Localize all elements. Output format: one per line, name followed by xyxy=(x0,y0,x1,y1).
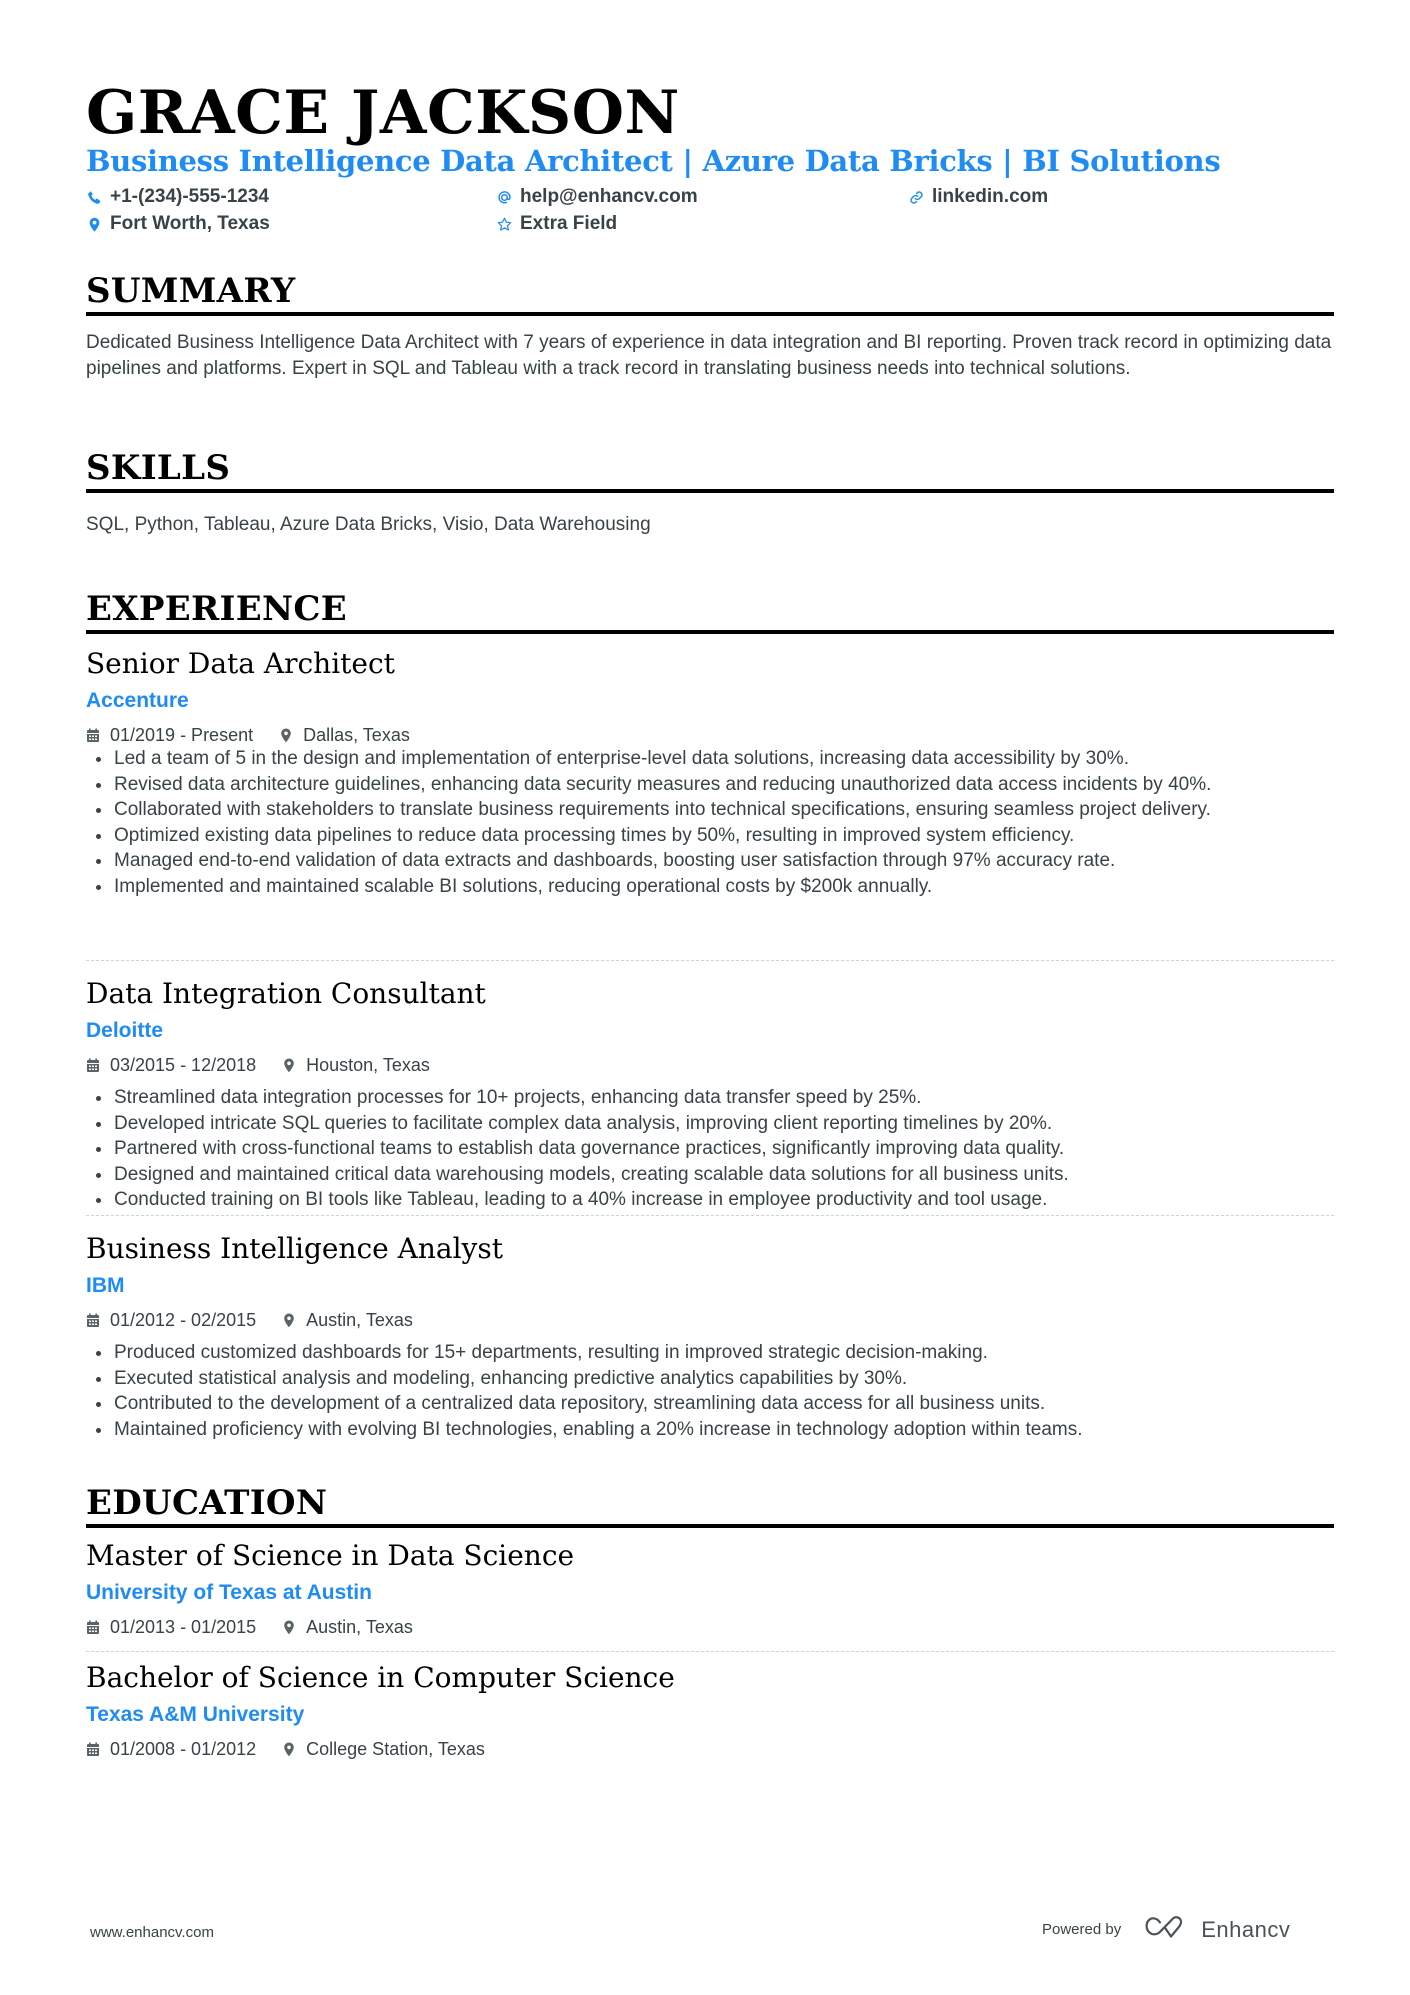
education-dates: 01/2008 - 01/2012 xyxy=(110,1739,257,1759)
contact-linkedin[interactable]: linkedin.com xyxy=(908,185,1048,209)
job-dates: 01/2012 - 02/2015 xyxy=(110,1310,257,1330)
location-pin-icon xyxy=(279,728,293,743)
footer-powered-by[interactable]: Powered by Enhancv xyxy=(1042,1914,1290,1945)
education-meta: 01/2008 - 01/2012 College Station, Texas xyxy=(86,1737,485,1761)
contact-extra-field: Extra Field xyxy=(496,212,617,236)
job-bullet: Led a team of 5 in the design and implem… xyxy=(86,746,1334,772)
education-location: College Station, Texas xyxy=(306,1739,485,1759)
job-meta: 03/2015 - 12/2018 Houston, Texas xyxy=(86,1053,430,1077)
skills-text: SQL, Python, Tableau, Azure Data Bricks,… xyxy=(86,514,651,535)
school-name: University of Texas at Austin xyxy=(86,1581,372,1604)
skills-divider xyxy=(86,489,1334,493)
job-dates: 01/2019 - Present xyxy=(110,725,254,745)
job-company: IBM xyxy=(86,1274,125,1297)
job-dates: 03/2015 - 12/2018 xyxy=(110,1055,257,1075)
job-bullet: Produced customized dashboards for 15+ d… xyxy=(86,1340,1334,1366)
job-location: Dallas, Texas xyxy=(303,725,410,745)
job-title: Senior Data Architect xyxy=(86,647,395,680)
experience-divider xyxy=(86,630,1334,634)
location-pin-icon xyxy=(282,1620,296,1635)
education-location: Austin, Texas xyxy=(306,1617,413,1637)
calendar-icon xyxy=(86,1058,100,1073)
calendar-icon xyxy=(86,1742,100,1757)
contact-phone[interactable]: +1-(234)-555-1234 xyxy=(86,185,269,209)
job-meta: 01/2012 - 02/2015 Austin, Texas xyxy=(86,1308,413,1332)
calendar-icon xyxy=(86,1313,100,1328)
job-bullet: Developed intricate SQL queries to facil… xyxy=(86,1111,1334,1137)
contact-location-text: Fort Worth, Texas xyxy=(110,213,270,234)
phone-icon xyxy=(86,188,102,206)
contact-phone-text: +1-(234)-555-1234 xyxy=(110,186,269,207)
calendar-icon xyxy=(86,1620,100,1635)
footer-website-link[interactable]: www.enhancv.com xyxy=(90,1924,214,1941)
education-meta: 01/2013 - 01/2015 Austin, Texas xyxy=(86,1615,413,1639)
location-pin-icon xyxy=(282,1313,296,1328)
school-name: Texas A&M University xyxy=(86,1703,305,1726)
summary-divider xyxy=(86,312,1334,316)
powered-by-label: Powered by xyxy=(1042,1921,1122,1938)
job-bullets: Led a team of 5 in the design and implem… xyxy=(86,746,1334,899)
location-pin-icon xyxy=(282,1742,296,1757)
job-bullet: Streamlined data integration processes f… xyxy=(86,1085,1334,1111)
job-meta: 01/2019 - Present Dallas, Texas xyxy=(86,723,410,747)
degree-title: Master of Science in Data Science xyxy=(86,1539,575,1572)
enhancv-brand-name: Enhancv xyxy=(1201,1916,1291,1942)
skills-heading: SKILLS xyxy=(86,448,231,488)
job-bullet: Implemented and maintained scalable BI s… xyxy=(86,874,1334,900)
contact-extra-field-text: Extra Field xyxy=(520,213,618,234)
job-bullet: Partnered with cross-functional teams to… xyxy=(86,1136,1334,1162)
enhancv-brand: Enhancv xyxy=(1143,1914,1290,1945)
job-bullets: Produced customized dashboards for 15+ d… xyxy=(86,1340,1334,1442)
location-pin-icon xyxy=(282,1058,296,1073)
star-icon xyxy=(496,215,512,233)
at-sign-icon xyxy=(496,188,512,206)
job-bullet: Conducted training on BI tools like Tabl… xyxy=(86,1187,1334,1213)
contact-location: Fort Worth, Texas xyxy=(86,212,270,236)
job-company: Accenture xyxy=(86,689,189,712)
education-dates: 01/2013 - 01/2015 xyxy=(110,1617,257,1637)
calendar-icon xyxy=(86,728,100,743)
contact-linkedin-text: linkedin.com xyxy=(932,186,1049,207)
job-company: Deloitte xyxy=(86,1019,164,1042)
job-bullet: Designed and maintained critical data wa… xyxy=(86,1162,1334,1188)
degree-title: Bachelor of Science in Computer Science xyxy=(86,1661,675,1694)
enhancv-logo-icon xyxy=(1143,1914,1189,1945)
job-bullet: Revised data architecture guidelines, en… xyxy=(86,772,1334,798)
job-bullet: Collaborated with stakeholders to transl… xyxy=(86,797,1334,823)
education-heading: EDUCATION xyxy=(86,1483,328,1523)
job-location: Houston, Texas xyxy=(306,1055,430,1075)
candidate-name: GRACE JACKSON xyxy=(86,78,680,148)
job-location: Austin, Texas xyxy=(306,1310,413,1330)
candidate-headline: Business Intelligence Data Architect | A… xyxy=(86,144,1221,178)
job-title: Data Integration Consultant xyxy=(86,977,486,1010)
education-divider-dashed xyxy=(86,1651,1334,1652)
job-divider xyxy=(86,960,1334,961)
summary-text: Dedicated Business Intelligence Data Arc… xyxy=(86,332,1332,379)
job-bullets: Streamlined data integration processes f… xyxy=(86,1085,1334,1213)
contact-email[interactable]: help@enhancv.com xyxy=(496,185,698,209)
link-icon xyxy=(908,188,924,206)
education-divider xyxy=(86,1524,1334,1528)
summary-heading: SUMMARY xyxy=(86,271,296,311)
contact-email-text: help@enhancv.com xyxy=(520,186,698,207)
job-bullet: Executed statistical analysis and modeli… xyxy=(86,1366,1334,1392)
job-bullet: Maintained proficiency with evolving BI … xyxy=(86,1417,1334,1443)
location-pin-icon xyxy=(86,215,102,233)
job-title: Business Intelligence Analyst xyxy=(86,1232,503,1265)
job-divider xyxy=(86,1215,1334,1216)
job-bullet: Optimized existing data pipelines to red… xyxy=(86,823,1334,849)
experience-heading: EXPERIENCE xyxy=(86,589,347,629)
job-bullet: Managed end-to-end validation of data ex… xyxy=(86,848,1334,874)
job-bullet: Contributed to the development of a cent… xyxy=(86,1391,1334,1417)
